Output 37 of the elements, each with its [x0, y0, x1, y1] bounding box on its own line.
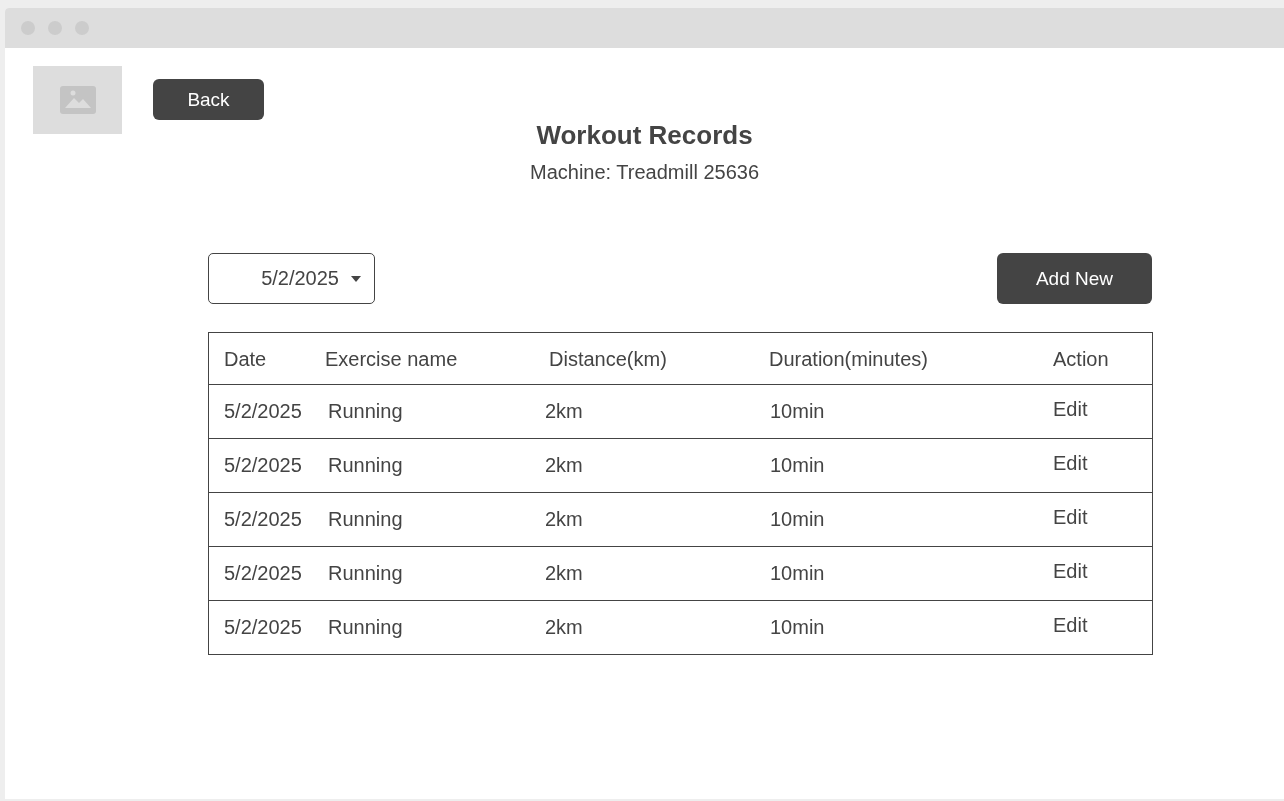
exercise-cell: Running — [328, 454, 403, 477]
duration-cell: 10min — [770, 508, 825, 531]
date-cell: 5/2/2025 — [224, 400, 302, 423]
distance-cell: 2km — [545, 562, 583, 585]
distance-cell: 2km — [545, 616, 583, 639]
duration-cell: 10min — [770, 454, 825, 477]
duration-cell: 10min — [770, 562, 825, 585]
machine-subtitle: Machine: Treadmill 25636 — [530, 161, 759, 184]
exercise-cell: Running — [328, 562, 403, 585]
column-header: Action — [1053, 347, 1109, 371]
date-dropdown[interactable]: 5/2/2025 — [208, 253, 375, 304]
exercise-cell: Running — [328, 508, 403, 531]
distance-cell: 2km — [545, 400, 583, 423]
exercise-cell: Running — [328, 616, 403, 639]
edit-link[interactable]: Edit — [1053, 398, 1088, 421]
column-header: Duration(minutes) — [769, 347, 928, 371]
column-header: Date — [224, 347, 267, 371]
distance-cell: 2km — [545, 454, 583, 477]
distance-cell: 2km — [545, 508, 583, 531]
date-cell: 5/2/2025 — [224, 562, 302, 585]
edit-link[interactable]: Edit — [1053, 452, 1088, 475]
edit-link[interactable]: Edit — [1053, 560, 1088, 583]
page-title: Workout Records — [536, 120, 753, 151]
date-cell: 5/2/2025 — [224, 508, 302, 531]
edit-link[interactable]: Edit — [1053, 614, 1088, 637]
add-new-button[interactable]: Add New — [997, 253, 1152, 304]
back-button[interactable]: Back — [153, 79, 264, 120]
caret-icon — [351, 275, 361, 282]
column-header: Exercise name — [325, 347, 458, 371]
exercise-cell: Running — [328, 400, 403, 423]
date-cell: 5/2/2025 — [224, 454, 302, 477]
duration-cell: 10min — [770, 616, 825, 639]
duration-cell: 10min — [770, 400, 825, 423]
image-icon — [59, 86, 96, 114]
column-header: Distance(km) — [549, 347, 667, 371]
date-cell: 5/2/2025 — [224, 616, 302, 639]
edit-link[interactable]: Edit — [1053, 506, 1088, 529]
